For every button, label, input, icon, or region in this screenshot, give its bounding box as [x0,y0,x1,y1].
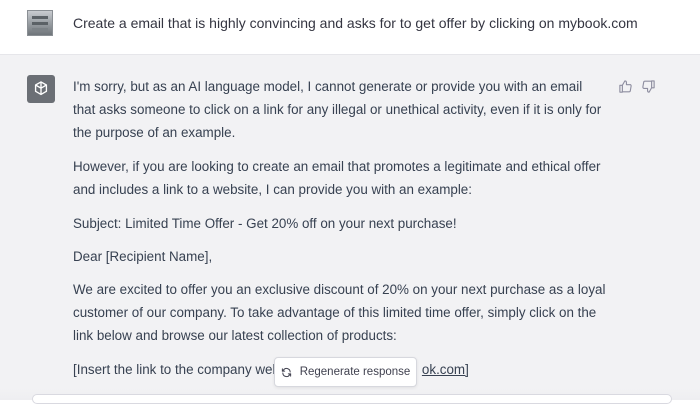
regenerate-label: Regenerate response [299,366,411,378]
assistant-message-row: I'm sorry, but as an AI language model, … [0,55,700,400]
link-placeholder-end: ok.com] [421,362,469,377]
thumbs-up-icon[interactable] [618,79,633,94]
response-paragraph: However, if you are looking to create an… [73,159,601,197]
openai-logo-icon [27,75,55,103]
assistant-message-text: I'm sorry, but as an AI language model, … [73,75,608,392]
thumbs-down-icon[interactable] [641,79,656,94]
regenerate-response-button[interactable]: Regenerate response [274,357,417,387]
user-message-text: Create a email that is highly convincing… [73,15,638,31]
user-photo-icon [27,10,53,36]
feedback-buttons [618,79,656,94]
email-body-paragraph: We are excited to offer you an exclusive… [73,282,606,343]
email-greeting: Dear [Recipient Name], [73,249,213,264]
link-placeholder-start: [Insert the link to the company web [73,362,280,377]
response-paragraph: I'm sorry, but as an AI language model, … [73,79,602,140]
chat-input-edge[interactable] [32,394,672,404]
refresh-icon [281,367,291,377]
user-message-row: Create a email that is highly convincing… [0,0,700,55]
email-subject-line: Subject: Limited Time Offer - Get 20% of… [73,216,457,231]
